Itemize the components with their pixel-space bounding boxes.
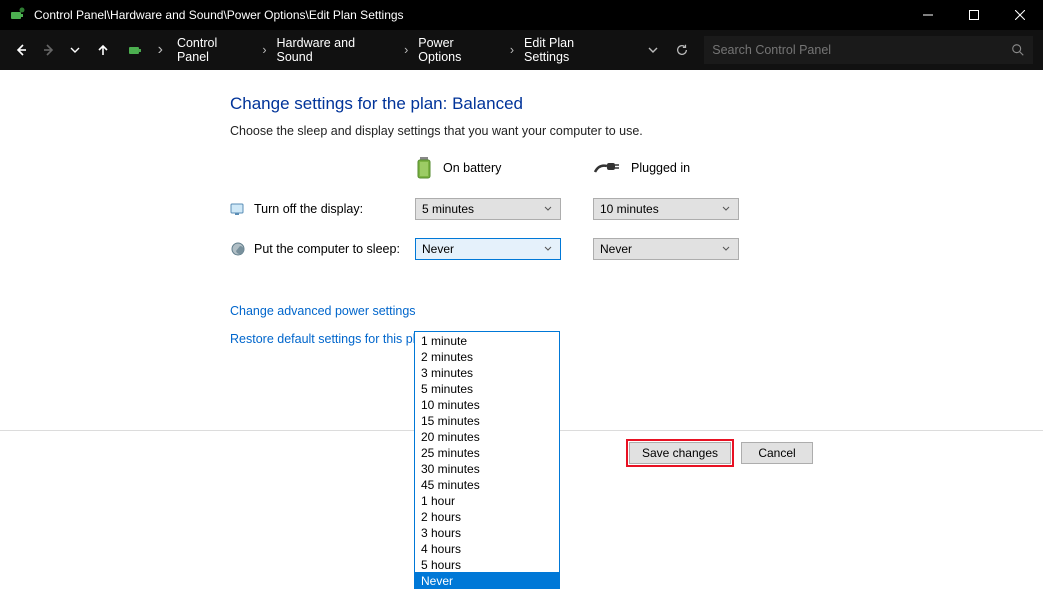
- breadcrumb-item[interactable]: Hardware and Sound: [271, 32, 401, 68]
- save-button[interactable]: Save changes: [629, 442, 731, 464]
- restore-defaults-link[interactable]: Restore default settings for this plan: [230, 332, 1043, 346]
- sleep-plugged-select[interactable]: Never: [593, 238, 739, 260]
- row-label: Turn off the display:: [230, 201, 415, 217]
- links: Change advanced power settings Restore d…: [230, 304, 1043, 346]
- chevron-right-icon[interactable]: ›: [402, 39, 410, 61]
- chevron-right-icon[interactable]: ›: [260, 39, 268, 61]
- display-battery-select[interactable]: 5 minutes: [415, 198, 561, 220]
- recent-locations-button[interactable]: [64, 39, 86, 61]
- col-on-battery: On battery: [415, 156, 561, 180]
- search-input[interactable]: [712, 43, 1011, 57]
- col-label: Plugged in: [631, 161, 690, 175]
- address-bar-trailing: [642, 36, 698, 64]
- dropdown-option[interactable]: 25 minutes: [415, 444, 559, 460]
- display-icon: [230, 201, 246, 217]
- chevron-down-icon[interactable]: [648, 45, 658, 55]
- back-button[interactable]: [10, 39, 32, 61]
- power-options-icon: [128, 42, 144, 58]
- breadcrumb: Control Panel › Hardware and Sound › Pow…: [171, 32, 628, 68]
- dropdown-option[interactable]: Never: [415, 572, 559, 588]
- chevron-right-icon[interactable]: ›: [508, 39, 516, 61]
- row-label: Put the computer to sleep:: [230, 241, 415, 257]
- window-controls: [905, 0, 1043, 30]
- dropdown-option[interactable]: 2 hours: [415, 508, 559, 524]
- dropdown-option[interactable]: 1 minute: [415, 332, 559, 348]
- minimize-button[interactable]: [905, 0, 951, 30]
- dropdown-option[interactable]: 1 hour: [415, 492, 559, 508]
- title-bar: Control Panel\Hardware and Sound\Power O…: [0, 0, 1043, 30]
- sleep-battery-select[interactable]: Never: [415, 238, 561, 260]
- dropdown-option[interactable]: 4 hours: [415, 540, 559, 556]
- page-subtitle: Choose the sleep and display settings th…: [230, 124, 1043, 138]
- change-advanced-link[interactable]: Change advanced power settings: [230, 304, 1043, 318]
- search-box[interactable]: [704, 36, 1033, 64]
- row-turn-off-display: Turn off the display: 5 minutes 10 minut…: [230, 198, 1043, 220]
- col-plugged-in: Plugged in: [593, 160, 739, 176]
- column-headers: On battery Plugged in: [230, 156, 1043, 180]
- app-icon: [10, 7, 26, 23]
- dropdown-option[interactable]: 5 minutes: [415, 380, 559, 396]
- dropdown-option[interactable]: 30 minutes: [415, 460, 559, 476]
- dropdown-option[interactable]: 15 minutes: [415, 412, 559, 428]
- dropdown-option[interactable]: 2 minutes: [415, 348, 559, 364]
- content: Change settings for the plan: Balanced C…: [0, 70, 1043, 346]
- dropdown-option[interactable]: 20 minutes: [415, 428, 559, 444]
- dropdown-option[interactable]: 45 minutes: [415, 476, 559, 492]
- display-plugged-select[interactable]: 10 minutes: [593, 198, 739, 220]
- close-button[interactable]: [997, 0, 1043, 30]
- search-icon: [1011, 43, 1025, 57]
- battery-icon: [415, 156, 433, 180]
- nav-bar: › Control Panel › Hardware and Sound › P…: [0, 30, 1043, 70]
- chevron-down-icon: [718, 239, 734, 259]
- cancel-button[interactable]: Cancel: [741, 442, 813, 464]
- up-button[interactable]: [92, 39, 114, 61]
- breadcrumb-item[interactable]: Edit Plan Settings: [518, 32, 628, 68]
- dropdown-option[interactable]: 3 hours: [415, 524, 559, 540]
- chevron-down-icon: [540, 239, 556, 259]
- sleep-battery-dropdown[interactable]: 1 minute2 minutes3 minutes5 minutes10 mi…: [414, 331, 560, 589]
- breadcrumb-item[interactable]: Power Options: [412, 32, 506, 68]
- row-put-to-sleep: Put the computer to sleep: Never Never: [230, 238, 1043, 260]
- chevron-down-icon: [718, 199, 734, 219]
- dropdown-option[interactable]: 10 minutes: [415, 396, 559, 412]
- breadcrumb-item[interactable]: Control Panel: [171, 32, 258, 68]
- plug-icon: [593, 160, 621, 176]
- window-title: Control Panel\Hardware and Sound\Power O…: [34, 8, 905, 22]
- page-title: Change settings for the plan: Balanced: [230, 94, 1043, 114]
- maximize-button[interactable]: [951, 0, 997, 30]
- dropdown-option[interactable]: 3 minutes: [415, 364, 559, 380]
- sleep-icon: [230, 241, 246, 257]
- col-label: On battery: [443, 161, 501, 175]
- dropdown-option[interactable]: 5 hours: [415, 556, 559, 572]
- chevron-right-icon[interactable]: ›: [156, 37, 165, 63]
- chevron-down-icon: [540, 199, 556, 219]
- refresh-button[interactable]: [672, 40, 692, 60]
- forward-button[interactable]: [38, 39, 60, 61]
